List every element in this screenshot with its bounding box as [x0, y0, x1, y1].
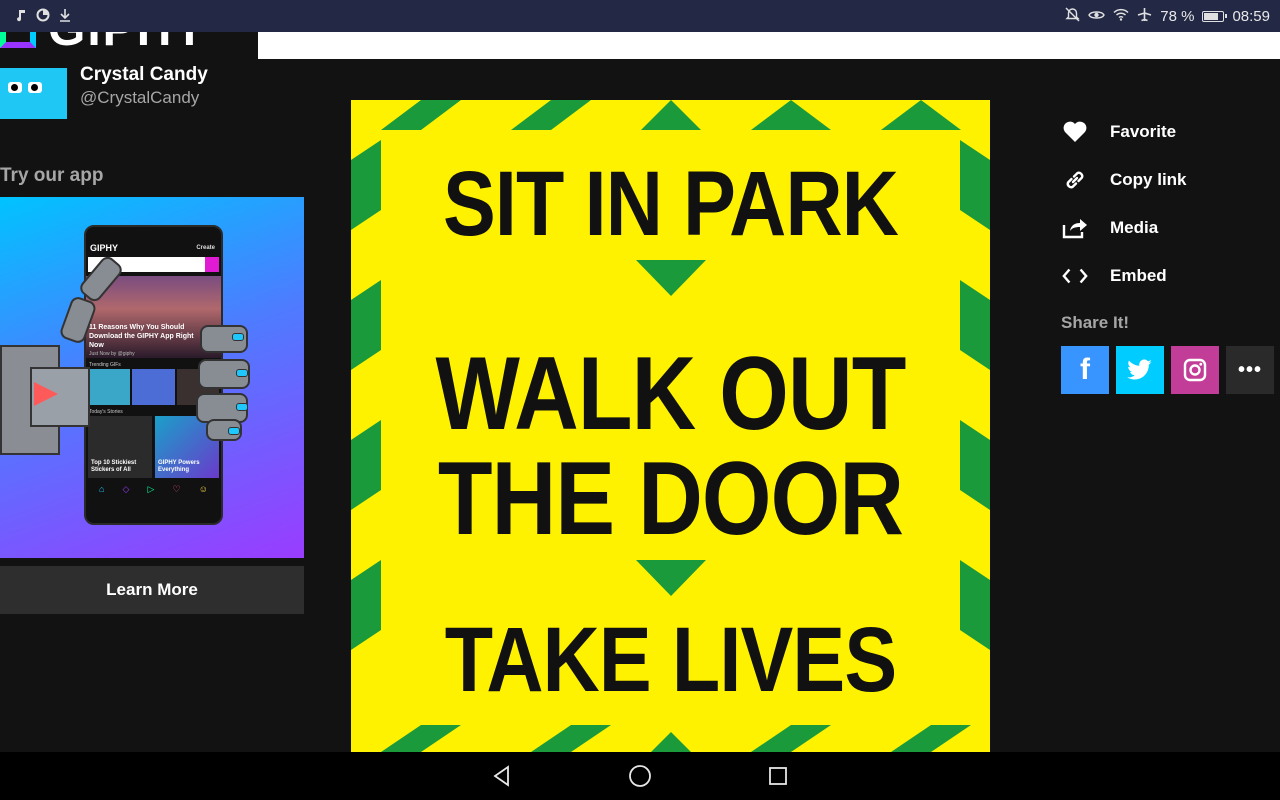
- giphy-logo-text: GIPHY: [48, 32, 207, 54]
- creator-text: Crystal Candy @CrystalCandy: [80, 64, 208, 119]
- gif-down-arrow: [636, 560, 706, 596]
- more-share-button[interactable]: •••: [1226, 346, 1274, 394]
- status-bar: 78 % 08:59: [0, 0, 1280, 32]
- phone-profile-icon: ☺: [198, 484, 208, 494]
- share-buttons: f •••: [1061, 346, 1274, 394]
- mute-icon: [1065, 7, 1080, 25]
- phone-hero-sub: Just Now by @giphy: [89, 351, 135, 357]
- twitter-icon: [1127, 359, 1152, 380]
- phone-story-title: Top 10 Stickiest Stickers of All: [91, 460, 137, 473]
- robot-fingertip: [232, 333, 244, 341]
- phone-thumb: [88, 369, 131, 405]
- phone-story-title: GIPHY Powers Everything: [158, 460, 200, 473]
- battery-icon: [1202, 10, 1228, 22]
- giphy-logo[interactable]: GIPHY: [0, 32, 207, 54]
- heart-icon: [1062, 119, 1088, 145]
- music-note-icon: [14, 8, 28, 25]
- system-nav-bar: [0, 752, 1280, 800]
- avatar: [0, 68, 67, 119]
- more-icon: •••: [1237, 358, 1262, 381]
- eye-comfort-icon: [1088, 8, 1106, 24]
- avatar-eye-right: [28, 82, 42, 93]
- gif-text-line: TAKE LIVES: [444, 609, 897, 711]
- embed-label: Embed: [1110, 266, 1167, 285]
- battery-level: [1204, 12, 1218, 20]
- link-icon: [1062, 167, 1088, 193]
- twitter-share-button[interactable]: [1116, 346, 1164, 394]
- phone-nav: ⌂ ◇ ▷ ♡ ☺: [86, 478, 221, 501]
- gif-text-line: WALK OUT: [435, 336, 906, 452]
- status-bar-left: [14, 8, 72, 25]
- status-bar-right: 78 % 08:59: [1065, 7, 1270, 25]
- facebook-share-button[interactable]: f: [1061, 346, 1109, 394]
- phone-header: GIPHY Create: [86, 227, 221, 257]
- try-app-heading: Try our app: [0, 165, 104, 186]
- gif-actions: Favorite Copy link Media Embed: [1062, 108, 1187, 300]
- giphy-logo-mark: [0, 32, 36, 48]
- favorite-button[interactable]: Favorite: [1062, 108, 1187, 156]
- robot-fingertip: [236, 403, 248, 411]
- search-input[interactable]: [258, 32, 1280, 59]
- phone-home-icon: ⌂: [99, 484, 105, 494]
- code-icon: [1062, 263, 1088, 289]
- robot-fingertip: [228, 427, 240, 435]
- instagram-icon: [1183, 358, 1207, 382]
- favorite-label: Favorite: [1110, 122, 1177, 141]
- back-icon: [493, 765, 509, 787]
- wifi-icon: [1113, 8, 1129, 24]
- clock: 08:59: [1232, 7, 1270, 25]
- media-button[interactable]: Media: [1062, 204, 1187, 252]
- avatar-eye-left: [8, 82, 22, 93]
- share-media-icon: [1062, 215, 1088, 241]
- airplane-icon: [1137, 7, 1152, 25]
- robot-fingertip: [236, 369, 248, 377]
- share-heading: Share It!: [1061, 313, 1130, 332]
- facebook-icon: f: [1080, 353, 1090, 386]
- embed-button[interactable]: Embed: [1062, 252, 1187, 300]
- phone-play-icon: ▷: [147, 484, 155, 494]
- giphy-page: GIPHY Crystal Candy @CrystalCandy Try ou…: [0, 32, 1280, 752]
- recents-icon: [769, 767, 787, 785]
- phone-brand: GIPHY: [90, 243, 119, 253]
- gif-text-line: THE DOOR: [437, 441, 904, 557]
- learn-more-button[interactable]: Learn More: [0, 566, 304, 614]
- app-promo-image[interactable]: GIPHY Create 11 Reasons Why You Should D…: [0, 197, 304, 558]
- media-label: Media: [1110, 218, 1159, 237]
- phone-hero-text: 11 Reasons Why You Should Download the G…: [89, 324, 194, 349]
- phone-create: Create: [196, 245, 215, 251]
- battery-percent: 78 %: [1160, 7, 1195, 25]
- phone-story: Top 10 Stickiest Stickers of All: [88, 416, 152, 478]
- copy-link-button[interactable]: Copy link: [1062, 156, 1187, 204]
- phone-explore-icon: ◇: [122, 484, 130, 494]
- back-button[interactable]: [487, 761, 517, 791]
- creator-card[interactable]: Crystal Candy @CrystalCandy: [0, 64, 208, 119]
- data-saver-icon: [36, 8, 50, 25]
- home-button[interactable]: [625, 761, 655, 791]
- home-icon: [629, 765, 651, 787]
- phone-stories-row: Top 10 Stickiest Stickers of All GIPHY P…: [86, 416, 221, 478]
- recents-button[interactable]: [763, 761, 793, 791]
- robot-gem: [34, 382, 58, 406]
- phone-heart-icon: ♡: [172, 484, 181, 494]
- download-icon: [58, 8, 72, 25]
- instagram-share-button[interactable]: [1171, 346, 1219, 394]
- phone-thumb: [132, 369, 175, 405]
- creator-handle: @CrystalCandy: [80, 88, 200, 107]
- creator-name: Crystal Candy: [80, 64, 208, 85]
- gif-text-line: SIT IN PARK: [442, 153, 899, 255]
- gif-image[interactable]: SIT IN PARK WALK OUT THE DOOR TAKE LIVES: [351, 100, 990, 752]
- gif-down-arrow: [636, 260, 706, 296]
- copy-link-label: Copy link: [1110, 170, 1187, 189]
